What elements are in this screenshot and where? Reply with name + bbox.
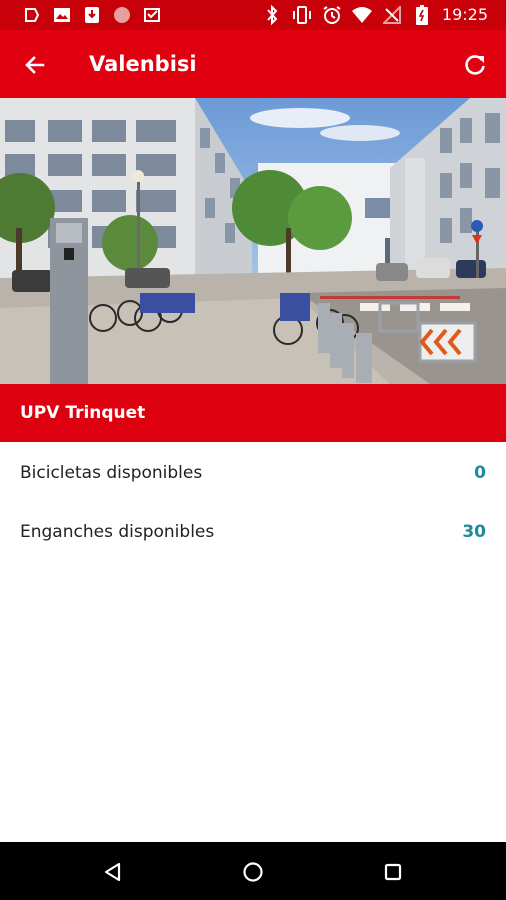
no-signal-icon	[382, 5, 402, 25]
download-icon	[82, 5, 102, 25]
app-toolbar: Valenbisi	[0, 30, 506, 98]
docks-available-value: 30	[462, 522, 486, 542]
refresh-button[interactable]	[458, 48, 492, 82]
bikes-available-label: Bicicletas disponibles	[20, 463, 203, 483]
record-icon	[112, 5, 132, 25]
system-icons: 19:25	[262, 4, 488, 26]
recents-square-icon	[384, 863, 402, 881]
image-icon	[52, 5, 72, 25]
inbox-icon	[142, 5, 162, 25]
bikes-available-value: 0	[474, 463, 486, 483]
refresh-icon	[465, 55, 485, 75]
navigation-bar	[0, 842, 506, 900]
station-header: UPV Trinquet	[0, 384, 506, 442]
nav-home-button[interactable]	[237, 856, 269, 888]
list-item-bikes: Bicicletas disponibles 0	[0, 444, 506, 502]
status-bar: 19:25	[0, 0, 506, 30]
page-title: Valenbisi	[89, 52, 197, 76]
station-photo	[0, 98, 506, 384]
arrow-back-icon	[25, 56, 45, 74]
nav-recents-button[interactable]	[377, 856, 409, 888]
nav-back-button[interactable]	[97, 856, 129, 888]
alarm-icon	[322, 5, 342, 25]
clock: 19:25	[441, 5, 488, 24]
battery-icon	[412, 5, 432, 25]
vibrate-icon	[292, 5, 312, 25]
back-button[interactable]	[18, 48, 52, 82]
bluetooth-icon	[262, 5, 282, 25]
wifi-icon	[351, 5, 372, 25]
notification-icon	[22, 5, 42, 25]
docks-available-label: Enganches disponibles	[20, 522, 215, 542]
notification-icons	[22, 5, 162, 25]
station-name: UPV Trinquet	[20, 403, 146, 423]
list-item-docks: Enganches disponibles 30	[0, 503, 506, 561]
home-circle-icon	[243, 862, 263, 882]
back-triangle-icon	[104, 862, 121, 882]
